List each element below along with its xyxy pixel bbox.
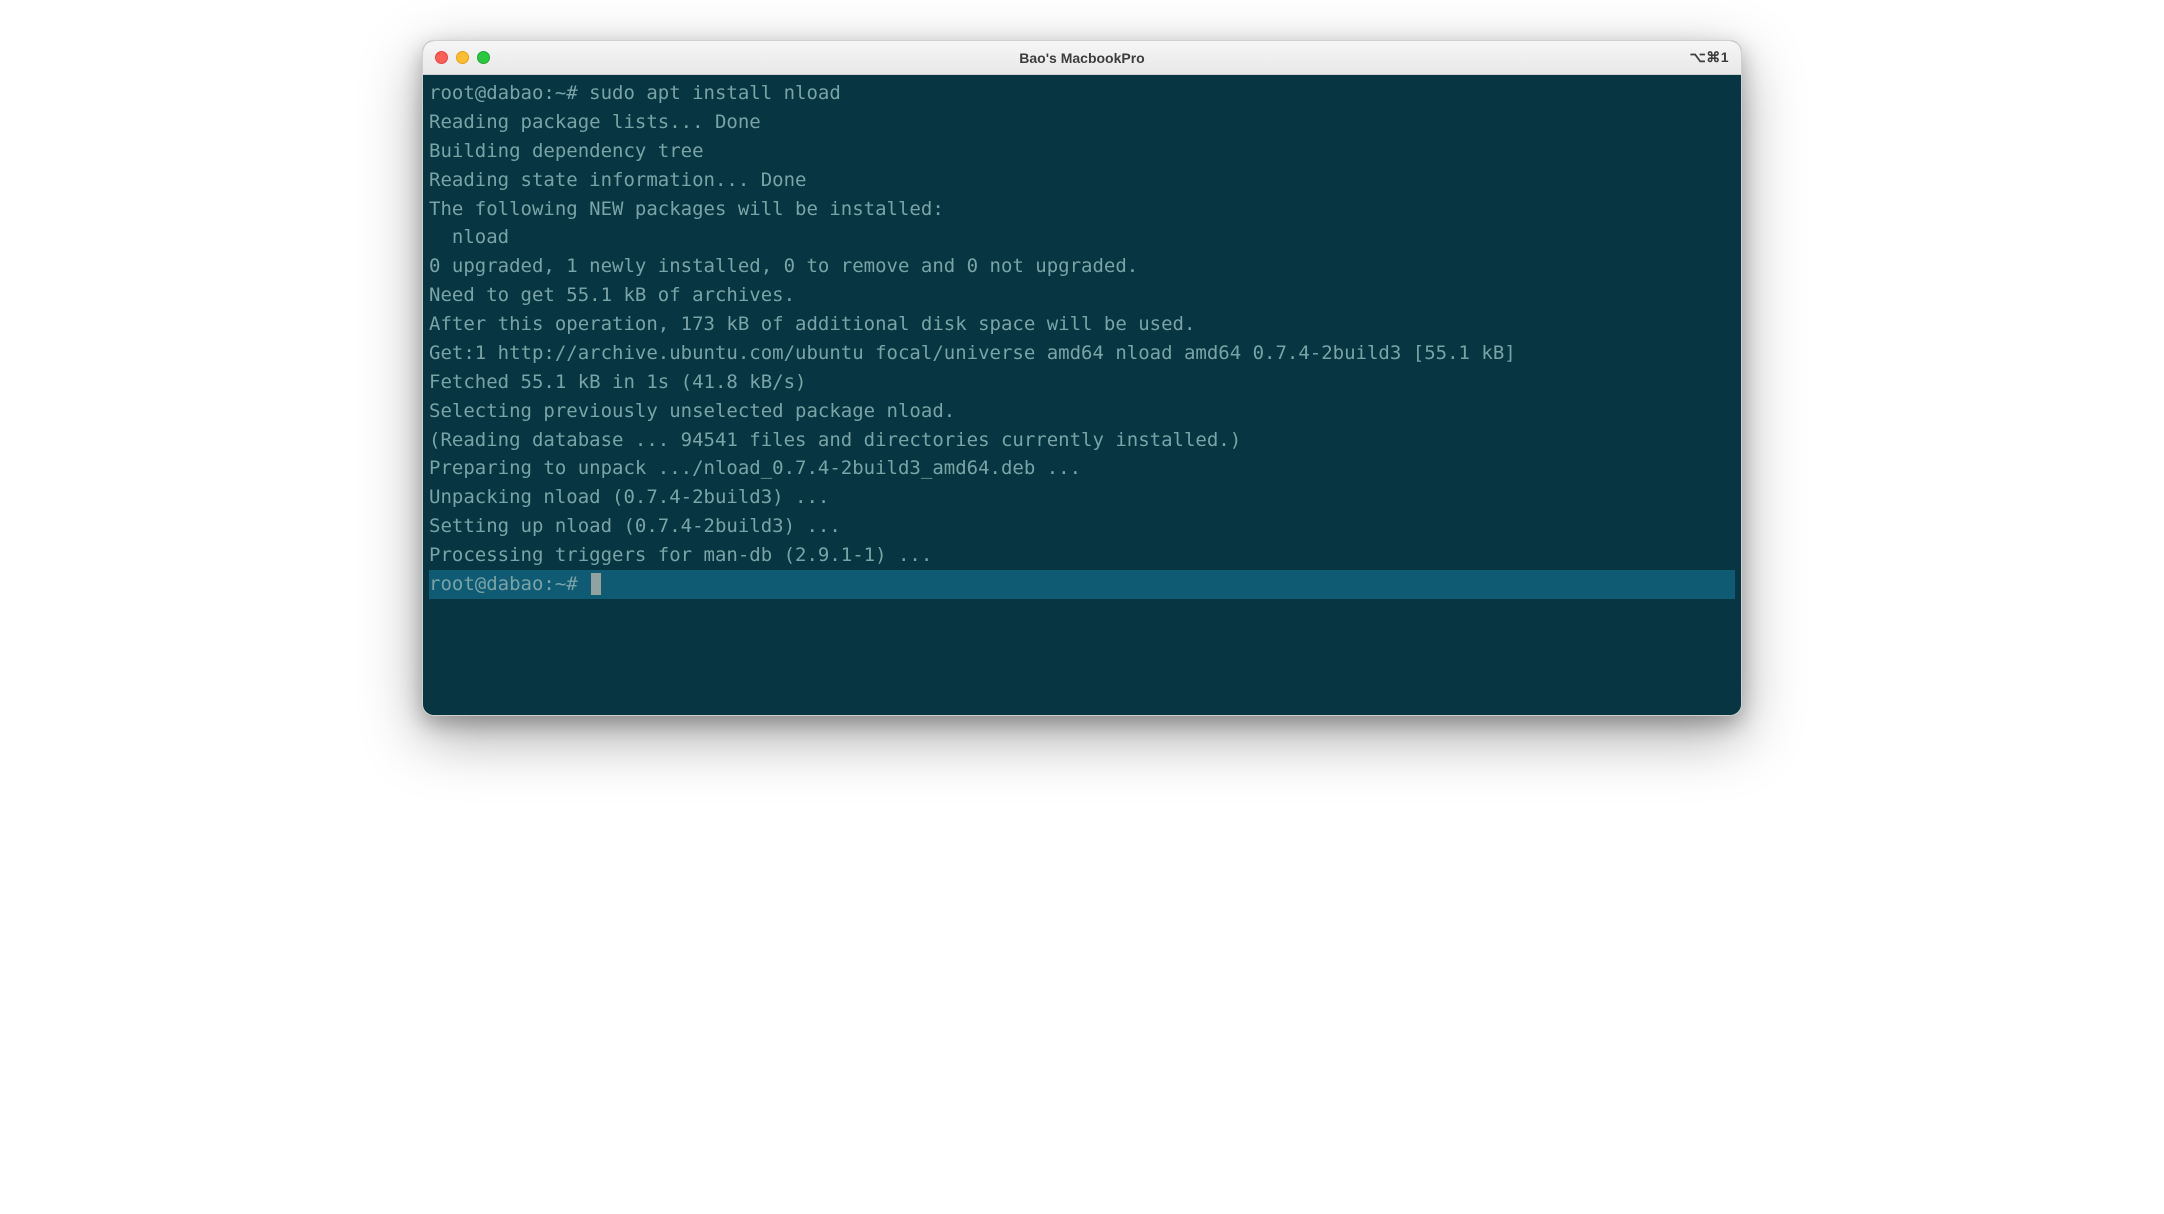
- output-line: Setting up nload (0.7.4-2build3) ...: [429, 512, 1735, 541]
- command-line: root@dabao:~# sudo apt install nload: [429, 79, 1735, 108]
- output-line: Building dependency tree: [429, 137, 1735, 166]
- output-line: The following NEW packages will be insta…: [429, 195, 1735, 224]
- shell-command: sudo apt install nload: [589, 82, 841, 104]
- maximize-icon[interactable]: [477, 51, 490, 64]
- output-line: After this operation, 173 kB of addition…: [429, 310, 1735, 339]
- output-line: Fetched 55.1 kB in 1s (41.8 kB/s): [429, 368, 1735, 397]
- shell-prompt: root@dabao:~#: [429, 82, 589, 104]
- window-title: Bao's MacbookPro: [1019, 50, 1144, 66]
- output-line: Selecting previously unselected package …: [429, 397, 1735, 426]
- output-line: Need to get 55.1 kB of archives.: [429, 281, 1735, 310]
- output-line: Get:1 http://archive.ubuntu.com/ubuntu f…: [429, 339, 1735, 368]
- output-line: 0 upgraded, 1 newly installed, 0 to remo…: [429, 252, 1735, 281]
- active-prompt-line[interactable]: root@dabao:~#: [429, 570, 1735, 599]
- minimize-icon[interactable]: [456, 51, 469, 64]
- titlebar[interactable]: Bao's MacbookPro ⌥⌘1: [423, 41, 1741, 75]
- terminal-body[interactable]: root@dabao:~# sudo apt install nload Rea…: [423, 75, 1741, 715]
- shell-prompt: root@dabao:~#: [429, 570, 589, 599]
- output-line: Reading state information... Done: [429, 166, 1735, 195]
- terminal-window: Bao's MacbookPro ⌥⌘1 root@dabao:~# sudo …: [422, 40, 1742, 716]
- output-line: Reading package lists... Done: [429, 108, 1735, 137]
- output-line: Processing triggers for man-db (2.9.1-1)…: [429, 541, 1735, 570]
- cursor-icon: [591, 573, 601, 595]
- window-hotkey: ⌥⌘1: [1690, 49, 1729, 66]
- output-line: (Reading database ... 94541 files and di…: [429, 426, 1735, 455]
- output-line: nload: [429, 223, 1735, 252]
- close-icon[interactable]: [435, 51, 448, 64]
- output-line: Preparing to unpack .../nload_0.7.4-2bui…: [429, 454, 1735, 483]
- traffic-lights: [435, 51, 490, 64]
- output-line: Unpacking nload (0.7.4-2build3) ...: [429, 483, 1735, 512]
